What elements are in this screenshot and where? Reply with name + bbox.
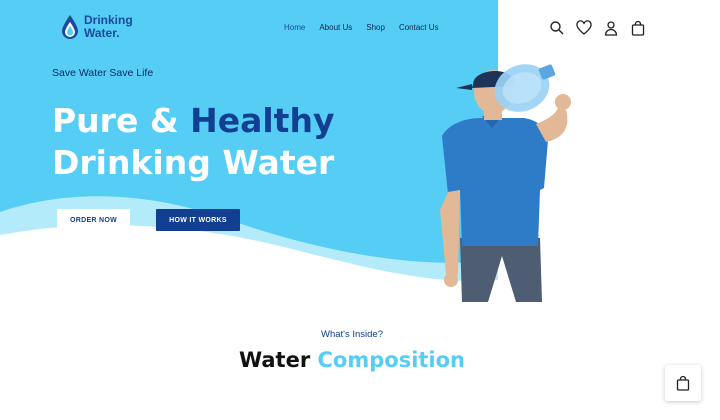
heart-icon[interactable] [576,20,592,36]
shopping-bag-icon [676,375,690,391]
section-title-plain: Water [238,348,318,372]
brand-name: Drinking Water. [84,14,133,40]
section-title: Water Composition [0,348,704,372]
user-icon[interactable] [603,20,619,36]
order-now-button[interactable]: ORDER NOW [57,209,130,231]
nav-shop[interactable]: Shop [366,23,385,32]
delivery-man-image [440,64,571,302]
header-icons [549,20,657,36]
nav-about-us[interactable]: About Us [319,23,352,32]
nav-contact-us[interactable]: Contact Us [399,23,439,32]
water-drop-icon [62,15,78,39]
headline-accent: Healthy [190,101,335,140]
hero-headline: Pure & Healthy Drinking Water [52,100,334,184]
shopping-bag-icon[interactable] [630,20,646,36]
brand-name-line2: Water. [84,26,120,40]
hero-tagline: Save Water Save Life [52,67,154,79]
nav-home[interactable]: Home [284,23,305,32]
headline-line2: Drinking Water [52,143,335,182]
brand-logo[interactable]: Drinking Water. [60,14,133,40]
search-icon[interactable] [549,20,565,36]
main-navigation: Home About Us Shop Contact Us [284,23,453,32]
headline-prefix: Pure & [52,101,191,140]
floating-cart-button[interactable] [665,365,701,401]
how-it-works-button[interactable]: HOW IT WORKS [156,209,240,231]
section-subtitle: What's Inside? [320,329,383,340]
section-title-accent: Composition [317,348,466,372]
